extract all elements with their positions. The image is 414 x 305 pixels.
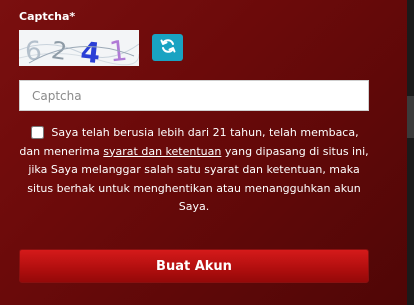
captcha-char: 4 — [79, 35, 102, 66]
terms-text: Saya telah berusia lebih dari 21 tahun, … — [19, 124, 369, 217]
refresh-icon — [160, 38, 176, 58]
captcha-char: 1 — [108, 34, 129, 66]
captcha-image: 6 2 4 1 — [19, 30, 139, 66]
scrollbar[interactable] — [407, 0, 414, 305]
create-account-button[interactable]: Buat Akun — [19, 249, 369, 283]
captcha-input[interactable] — [19, 80, 369, 111]
captcha-label: Captcha* — [19, 10, 76, 23]
scrollbar-thumb[interactable] — [407, 96, 414, 138]
captcha-char: 6 — [24, 36, 43, 66]
refresh-captcha-button[interactable] — [152, 34, 183, 61]
terms-link[interactable]: syarat dan ketentuan — [103, 145, 221, 158]
